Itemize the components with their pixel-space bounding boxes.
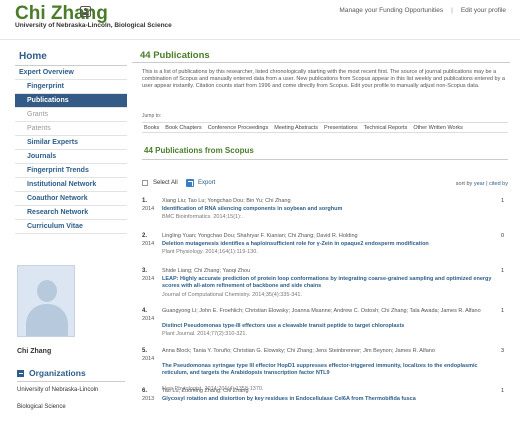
publication-authors: Anna Block; Tania Y. Toruño; Christian G… bbox=[162, 348, 435, 354]
publication-journal: Plant Journal. 2014;77(2):310-321. bbox=[162, 331, 248, 337]
sort-controls: sort by year | cited by bbox=[456, 181, 508, 187]
sidebar-nav: Expert Overview Fingerprint Publications Gr… bbox=[15, 66, 127, 234]
publication-row: 3. 2014 Shide Liang; Chi Zhang; Yaoqi Zhou… bbox=[142, 268, 508, 300]
sidebar-item-institutional-network[interactable]: Institutional Network bbox=[15, 178, 127, 192]
publication-row: 5. 2014 Anna Block; Tania Y. Toruño; Chris… bbox=[142, 348, 508, 392]
top-header: Chi Zhang University of Nebraska-Lincoln… bbox=[0, 0, 520, 40]
publication-title-link[interactable]: Distinct Pseudomonas type-III effectors … bbox=[162, 323, 492, 330]
jump-link-other-written-works[interactable]: Other Written Works bbox=[413, 125, 463, 131]
sidebar-item-fingerprint[interactable]: Fingerprint bbox=[15, 80, 127, 94]
sidebar-item-curriculum-vitae[interactable]: Curriculum Vitae bbox=[15, 220, 127, 234]
publication-journal: BMC Bioinformatics. 2014;15(1):. bbox=[162, 214, 244, 220]
edit-profile-link[interactable]: Edit your profile bbox=[461, 7, 506, 14]
publication-year: 2014 bbox=[142, 276, 155, 282]
publications-description: This is a list of publications by this r… bbox=[142, 69, 505, 89]
publication-authors: Guangyong Li; John E. Froehlich; Christi… bbox=[162, 308, 481, 314]
publication-year: 2014 bbox=[142, 316, 155, 322]
publication-journal: Plant Physiology. 2014;164(1):119-130. bbox=[162, 249, 258, 255]
jump-link-book-chapters[interactable]: Book Chapters bbox=[165, 125, 201, 131]
sort-by-year-link[interactable]: year bbox=[474, 181, 485, 187]
publication-cited-count: 0 bbox=[500, 233, 504, 239]
publication-row: 2. 2014 Lingling Yuan; Yongchao Dou; Shahr… bbox=[142, 233, 508, 265]
jump-link-technical-reports[interactable]: Technical Reports bbox=[364, 125, 408, 131]
select-all-checkbox[interactable] bbox=[142, 180, 148, 186]
publication-title-link[interactable]: The Pseudomonas syringae type III effect… bbox=[162, 363, 492, 377]
sidebar-item-fingerprint-trends[interactable]: Fingerprint Trends bbox=[15, 164, 127, 178]
collapse-minus-icon[interactable] bbox=[17, 369, 24, 377]
publication-cited-count: 1 bbox=[500, 268, 504, 274]
sidebar-item-publications[interactable]: Publications bbox=[15, 94, 127, 108]
organizations-header[interactable]: Organizations bbox=[17, 368, 86, 378]
publication-cited-count: 3 bbox=[500, 348, 504, 354]
researcher-affiliation: University of Nebraska-Lincoln, Biologic… bbox=[15, 22, 172, 29]
publication-number: 3. bbox=[142, 268, 148, 274]
publication-year: 2014 bbox=[142, 356, 155, 362]
organizations-divider bbox=[17, 381, 125, 382]
publication-row: 6. 2013 Tao Lu; Zuoming Zhang; Chi Zhang Gl… bbox=[142, 388, 508, 420]
sidebar-item-grants[interactable]: Grants bbox=[15, 108, 127, 122]
publication-title-link[interactable]: Deletion mutagenesis identifies a haploi… bbox=[162, 241, 492, 248]
jump-link-conference-proceedings[interactable]: Conference Proceedings bbox=[208, 125, 269, 131]
sidebar-item-expert-overview[interactable]: Expert Overview bbox=[15, 66, 127, 80]
publication-number: 2. bbox=[142, 233, 148, 239]
sort-prefix: sort by bbox=[455, 181, 473, 187]
sort-separator: | bbox=[486, 181, 488, 187]
main-content: 44 Publications This is a list of public… bbox=[132, 48, 510, 423]
publication-row: 1. 2014 Xiang Liu; Tao Lu; Yongchao Dou; B… bbox=[142, 198, 508, 230]
profile-photo-placeholder bbox=[17, 265, 75, 337]
organization-item[interactable]: University of Nebraska-Lincoln bbox=[17, 387, 98, 393]
jump-to-label: Jump to: bbox=[142, 113, 162, 119]
publication-authors: Xiang Liu; Tao Lu; Yongchao Dou; Bin Yu;… bbox=[162, 198, 291, 204]
publication-number: 5. bbox=[142, 348, 148, 354]
jump-link-presentations[interactable]: Presentations bbox=[324, 125, 358, 131]
publication-title-link[interactable]: LEAP: Highly accurate prediction of prot… bbox=[162, 276, 492, 290]
organizations-title: Organizations bbox=[29, 368, 86, 378]
sort-by-cited-link[interactable]: cited by bbox=[489, 181, 508, 187]
publication-cited-count: 1 bbox=[500, 388, 504, 394]
publication-journal: Journal of Computational Chemistry. 2014… bbox=[162, 292, 302, 298]
publication-authors: Tao Lu; Zuoming Zhang; Chi Zhang bbox=[162, 388, 249, 394]
jump-to-bar: Books Book Chapters Conference Proceedings… bbox=[142, 122, 508, 133]
publication-number: 4. bbox=[142, 308, 148, 314]
publication-authors: Lingling Yuan; Yongchao Dou; Shahryar F.… bbox=[162, 233, 358, 239]
subtitle-divider bbox=[142, 159, 508, 160]
profile-name: Chi Zhang bbox=[17, 348, 52, 355]
export-button[interactable]: Export bbox=[198, 180, 215, 186]
publication-authors: Shide Liang; Chi Zhang; Yaoqi Zhou bbox=[162, 268, 251, 274]
publication-title-link[interactable]: Glycosyl rotation and distortion by key … bbox=[162, 396, 492, 403]
publication-year: 2013 bbox=[142, 396, 155, 402]
sidebar-item-coauthor-network[interactable]: Coauthor Network bbox=[15, 192, 127, 206]
jump-link-books[interactable]: Books bbox=[144, 125, 159, 131]
publication-cited-count: 1 bbox=[500, 198, 504, 204]
manage-funding-link[interactable]: Manage your Funding Opportunities bbox=[339, 7, 443, 14]
sidebar-item-research-network[interactable]: Research Network bbox=[15, 206, 127, 220]
avatar-body-shape bbox=[26, 304, 68, 336]
profile-user-icon[interactable] bbox=[80, 6, 91, 17]
publication-year: 2014 bbox=[142, 206, 155, 212]
link-separator: | bbox=[451, 7, 453, 14]
organization-item[interactable]: Biological Science bbox=[17, 404, 66, 410]
publication-year: 2014 bbox=[142, 241, 155, 247]
select-all-label[interactable]: Select All bbox=[153, 180, 178, 186]
page-title: 44 Publications bbox=[132, 48, 510, 63]
publication-cited-count: 1 bbox=[500, 308, 504, 314]
publication-number: 1. bbox=[142, 198, 148, 204]
avatar-head-shape bbox=[37, 280, 57, 302]
sidebar-item-similar-experts[interactable]: Similar Experts bbox=[15, 136, 127, 150]
publication-row: 4. 2014 Guangyong Li; John E. Froehlich; C… bbox=[142, 308, 508, 340]
export-icon[interactable] bbox=[186, 179, 194, 187]
scopus-subtitle: 44 Publications from Scopus bbox=[144, 146, 254, 155]
top-links: Manage your Funding Opportunities | Edit… bbox=[339, 7, 506, 14]
jump-link-meeting-abstracts[interactable]: Meeting Abstracts bbox=[274, 125, 318, 131]
sidebar-home[interactable]: Home bbox=[15, 48, 127, 66]
publication-toolbar: Select All Export sort by year | cited b… bbox=[142, 179, 508, 189]
sidebar-item-patents[interactable]: Patents bbox=[15, 122, 127, 136]
sidebar-item-journals[interactable]: Journals bbox=[15, 150, 127, 164]
publication-title-link[interactable]: Identification of RNA silencing componen… bbox=[162, 206, 492, 213]
sidebar: Home Expert Overview Fingerprint Publicati… bbox=[15, 48, 127, 423]
publication-number: 6. bbox=[142, 388, 148, 394]
